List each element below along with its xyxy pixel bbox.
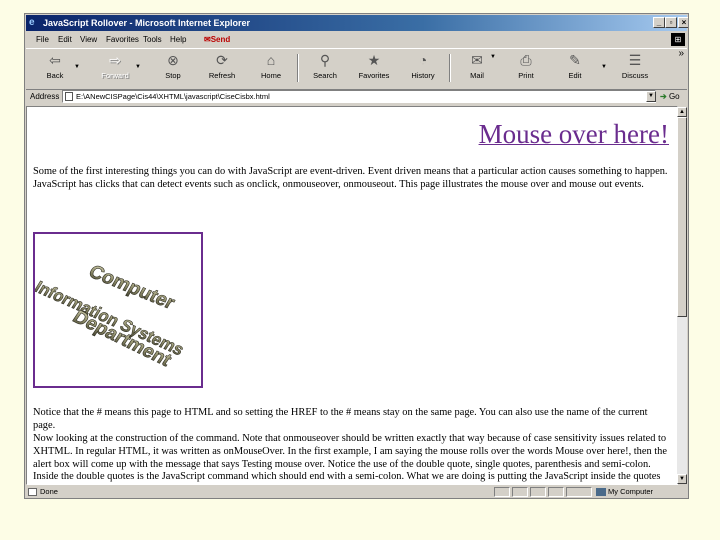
home-button[interactable]: ⌂ Home — [252, 51, 290, 85]
mail-icon: ✉ — [471, 52, 483, 68]
scroll-thumb[interactable] — [677, 117, 687, 317]
status-panel — [530, 487, 546, 497]
edit-icon: ✎ — [569, 52, 581, 68]
back-dropdown-icon[interactable]: ▼ — [74, 64, 80, 70]
menu-bar: File Edit View Favorites Tools Help ✉Sen… — [26, 32, 687, 48]
maximize-button[interactable]: ▫ — [665, 17, 677, 28]
my-computer-icon — [596, 488, 606, 496]
toolbar-separator — [449, 54, 451, 82]
stop-button[interactable]: ⊗ Stop — [154, 51, 192, 85]
toolbar-more-chevron-icon[interactable]: » — [678, 48, 684, 59]
discuss-icon: ☰ — [628, 52, 642, 68]
menu-tools[interactable]: Tools — [143, 32, 162, 48]
forward-button[interactable]: ⇨ Forward — [96, 51, 134, 85]
status-panel — [494, 487, 510, 497]
print-button[interactable]: ⎙ Print — [507, 51, 545, 85]
construction-paragraph: Now looking at the construction of the c… — [33, 433, 667, 483]
edit-dropdown-icon[interactable]: ▼ — [601, 64, 607, 70]
refresh-icon: ⟳ — [216, 52, 228, 68]
mail-dropdown-icon[interactable]: ▼ — [490, 54, 496, 60]
send-menu-button[interactable]: ✉Send — [204, 32, 230, 48]
menu-file[interactable]: File — [36, 32, 49, 48]
vertical-scrollbar[interactable]: ▲ ▼ — [677, 107, 687, 484]
cis-department-logo: Computer Information Systems Department — [31, 261, 188, 371]
address-url: E:\ANewCISPage\Cis44\XHTML\javascript\Ci… — [76, 92, 270, 101]
browser-window: e JavaScript Rollover - Microsoft Intern… — [24, 13, 689, 499]
forward-arrow-icon: ⇨ — [109, 52, 121, 68]
discuss-button[interactable]: ☰ Discuss — [616, 51, 654, 85]
page-content: Mouse over here! Some of the first inter… — [26, 106, 678, 485]
search-button[interactable]: ⚲ Search — [306, 51, 344, 85]
back-button[interactable]: ⇦ Back — [36, 51, 74, 85]
menu-view[interactable]: View — [80, 32, 97, 48]
done-page-icon — [28, 488, 37, 496]
history-icon: ◔ — [418, 52, 428, 68]
address-input[interactable]: E:\ANewCISPage\Cis44\XHTML\javascript\Ci… — [62, 90, 656, 103]
minimize-button[interactable]: _ — [653, 17, 665, 28]
favorites-icon: ★ — [367, 52, 381, 68]
stop-icon: ⊗ — [167, 52, 179, 68]
ie-logo-icon: e — [29, 17, 35, 28]
favorites-button[interactable]: ★ Favorites — [355, 51, 393, 85]
forward-dropdown-icon[interactable]: ▼ — [135, 64, 141, 70]
address-dropdown-icon[interactable]: ▼ — [646, 91, 656, 102]
search-icon: ⚲ — [319, 52, 331, 68]
security-zone-text: My Computer — [608, 487, 654, 496]
print-icon: ⎙ — [520, 52, 532, 68]
page-icon — [65, 92, 73, 101]
toolbar-separator — [297, 54, 299, 82]
intro-paragraph: Some of the first interesting things you… — [33, 166, 668, 190]
standard-toolbar: ⇦ Back ▼ ⇨ Forward ▼ ⊗ Stop ⟳ Refresh ⌂ … — [26, 48, 687, 90]
home-icon: ⌂ — [266, 52, 276, 68]
edit-button[interactable]: ✎ Edit — [556, 51, 594, 85]
window-title: JavaScript Rollover - Microsoft Internet… — [43, 18, 251, 28]
title-bar[interactable]: e JavaScript Rollover - Microsoft Intern… — [26, 15, 688, 31]
windows-logo-icon: ⊞ — [671, 33, 685, 46]
menu-favorites[interactable]: Favorites — [106, 32, 139, 48]
refresh-button[interactable]: ⟳ Refresh — [203, 51, 241, 85]
send-icon: ✉ — [204, 35, 211, 44]
cis-logo-link[interactable]: Computer Information Systems Department — [31, 232, 203, 388]
back-arrow-icon: ⇦ — [49, 52, 61, 68]
scroll-up-icon[interactable]: ▲ — [677, 107, 687, 117]
status-panel — [512, 487, 528, 497]
hash-explanation-paragraph: Notice that the # means this page to HTM… — [33, 407, 648, 431]
address-label: Address — [30, 92, 60, 101]
go-button[interactable]: ➔ Go — [660, 89, 680, 105]
status-panel — [566, 487, 592, 497]
mouse-over-link[interactable]: Mouse over here! — [479, 119, 669, 150]
history-button[interactable]: ◔ History — [404, 51, 442, 85]
menu-help[interactable]: Help — [170, 32, 186, 48]
status-bar: Done My Computer — [26, 486, 687, 498]
close-button[interactable]: × — [678, 17, 688, 28]
address-bar: Address E:\ANewCISPage\Cis44\XHTML\javas… — [26, 89, 687, 105]
menu-edit[interactable]: Edit — [58, 32, 72, 48]
scroll-down-icon[interactable]: ▼ — [677, 474, 687, 484]
status-text: Done — [40, 487, 58, 496]
go-arrow-icon: ➔ — [660, 92, 667, 101]
status-panel — [548, 487, 564, 497]
